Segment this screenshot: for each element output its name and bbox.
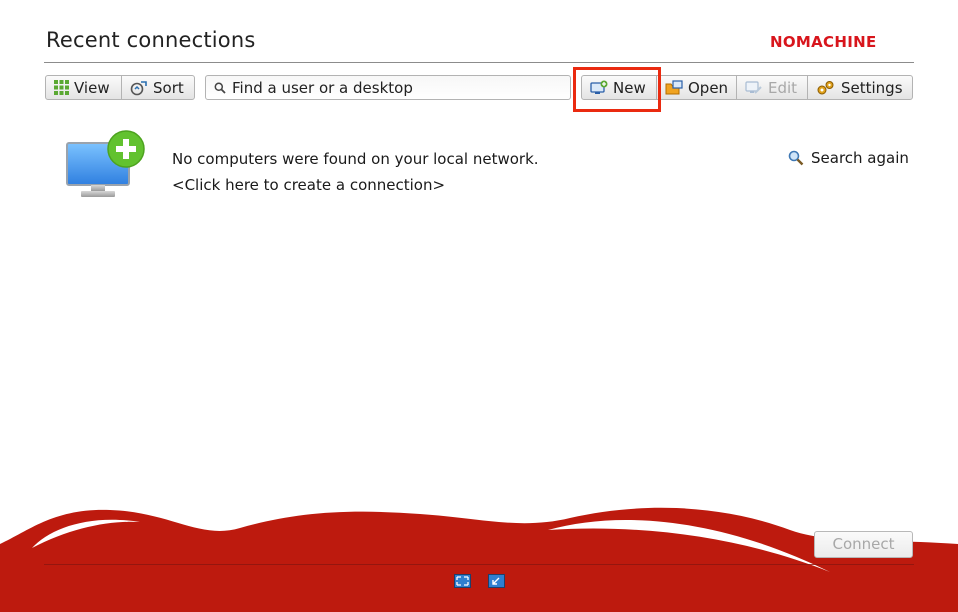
- footer-divider: [44, 564, 914, 565]
- nomachine-logo: NOMACHINE: [770, 33, 877, 51]
- create-connection-link[interactable]: <Click here to create a connection>: [172, 176, 445, 194]
- search-again-label: Search again: [811, 149, 909, 167]
- settings-label: Settings: [841, 78, 903, 97]
- gears-icon: [817, 80, 834, 94]
- open-folder-icon: [665, 79, 683, 94]
- search-input[interactable]: [232, 78, 552, 97]
- search-field[interactable]: [205, 75, 571, 100]
- new-button[interactable]: New: [581, 75, 657, 100]
- page-title: Recent connections: [46, 28, 256, 52]
- edit-icon: [745, 80, 762, 94]
- search-again-button[interactable]: Search again: [788, 149, 909, 167]
- empty-state-message: No computers were found on your local ne…: [172, 150, 539, 168]
- view-button[interactable]: View: [45, 75, 122, 100]
- minimize-icon[interactable]: [488, 574, 505, 588]
- magnifier-icon: [788, 150, 804, 166]
- fullscreen-icon[interactable]: [454, 574, 471, 588]
- edit-label: Edit: [768, 78, 798, 97]
- title-divider: [44, 62, 914, 63]
- sort-button[interactable]: Sort: [121, 75, 195, 100]
- edit-button[interactable]: Edit: [736, 75, 808, 100]
- settings-button[interactable]: Settings: [807, 75, 913, 100]
- new-label: New: [613, 78, 646, 97]
- sort-icon: [130, 80, 147, 95]
- computer-add-icon: [66, 130, 145, 197]
- new-connection-icon: [590, 80, 608, 94]
- connect-button[interactable]: Connect: [814, 531, 913, 558]
- grid-icon: [54, 80, 69, 95]
- sort-label: Sort: [153, 78, 184, 97]
- search-icon: [214, 82, 226, 94]
- view-label: View: [74, 78, 110, 97]
- open-label: Open: [688, 78, 729, 97]
- open-button[interactable]: Open: [656, 75, 737, 100]
